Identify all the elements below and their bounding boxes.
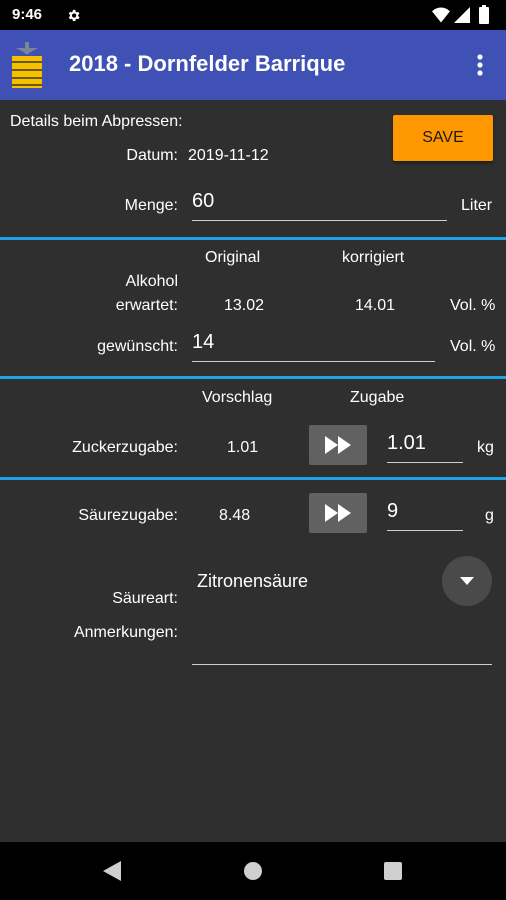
recents-button[interactable] <box>375 856 411 886</box>
desired-alcohol-value: 14 <box>192 331 215 353</box>
status-bar: 9:46 <box>0 0 506 30</box>
alcohol-unit: Vol. % <box>450 297 496 314</box>
col-addition-header: Zugabe <box>350 389 405 406</box>
section-divider <box>0 376 506 379</box>
navigation-bar <box>0 842 506 900</box>
battery-icon <box>479 5 489 24</box>
alcohol-label: Alkohol <box>125 273 178 290</box>
sugar-addition-value: 1.01 <box>387 432 426 454</box>
acid-type-dropdown[interactable]: Zitronensäure <box>192 556 492 607</box>
datum-label: Datum: <box>126 147 178 164</box>
apply-sugar-suggestion-button[interactable] <box>309 425 367 465</box>
menge-label: Menge: <box>124 197 178 214</box>
back-triangle-icon <box>103 861 121 881</box>
menge-input-value: 60 <box>192 190 215 212</box>
home-circle-icon <box>244 862 262 880</box>
datum-value: 2019-11-12 <box>188 147 269 164</box>
apply-acid-suggestion-button[interactable] <box>309 493 367 533</box>
dropdown-toggle[interactable] <box>442 556 492 606</box>
status-time: 9:46 <box>12 6 43 23</box>
desired-alcohol-input[interactable]: 14 <box>192 331 435 362</box>
col-corrected-header: korrigiert <box>342 249 405 266</box>
save-button-label: SAVE <box>422 129 464 146</box>
section-divider <box>0 237 506 240</box>
notes-label: Anmerkungen: <box>73 624 178 641</box>
details-label: Details beim Abpressen: <box>10 113 183 130</box>
notes-input[interactable] <box>192 633 492 665</box>
save-button[interactable]: SAVE <box>393 115 493 161</box>
acid-type-value: Zitronensäure <box>197 571 309 591</box>
acid-label: Säurezugabe: <box>78 507 178 524</box>
sugar-suggestion-value: 1.01 <box>227 439 259 456</box>
page-title: 2018 - Dornfelder Barrique <box>69 51 346 76</box>
alcohol-original-value: 13.02 <box>224 297 265 314</box>
acid-unit: g <box>485 507 494 524</box>
acid-type-label: Säureart: <box>112 590 178 607</box>
back-button[interactable] <box>94 856 130 886</box>
more-vert-icon <box>477 54 483 76</box>
app-bar: 2018 - Dornfelder Barrique <box>0 30 506 100</box>
sugar-unit: kg <box>477 439 494 456</box>
alcohol-corrected-value: 14.01 <box>355 297 396 314</box>
menge-input[interactable]: 60 <box>192 190 447 221</box>
expected-label: erwartet: <box>115 297 178 314</box>
acid-suggestion-value: 8.48 <box>219 507 251 524</box>
wine-barrel-icon <box>12 42 42 88</box>
home-button[interactable] <box>235 856 271 886</box>
fast-forward-icon <box>325 436 351 454</box>
desired-unit: Vol. % <box>450 338 496 355</box>
sugar-addition-input[interactable]: 1.01 <box>387 432 463 463</box>
col-original-header: Original <box>205 249 261 266</box>
fast-forward-icon <box>325 504 351 522</box>
menge-unit: Liter <box>461 197 493 214</box>
overflow-menu-button[interactable] <box>470 50 490 80</box>
section-divider <box>0 477 506 480</box>
chevron-down-icon <box>460 577 474 585</box>
sugar-label: Zuckerzugabe: <box>72 439 178 456</box>
signal-icon <box>454 7 470 23</box>
recents-square-icon <box>384 862 402 880</box>
acid-addition-input[interactable]: 9 <box>387 500 463 531</box>
main-content: Details beim Abpressen: SAVE Datum: 2019… <box>0 100 506 842</box>
acid-addition-value: 9 <box>387 500 399 522</box>
col-suggestion-header: Vorschlag <box>202 389 273 406</box>
desired-label: gewünscht: <box>97 338 178 355</box>
wifi-icon <box>432 7 450 23</box>
gear-icon <box>68 9 80 22</box>
